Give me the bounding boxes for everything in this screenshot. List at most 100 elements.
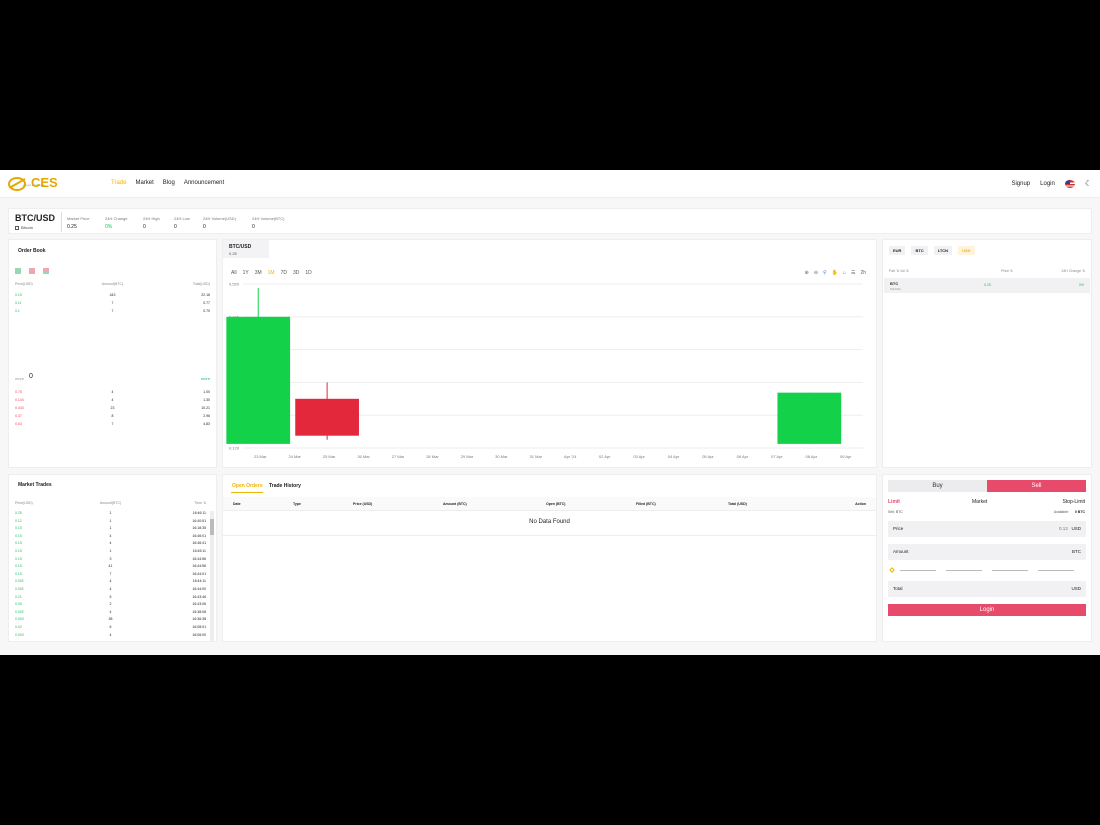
dark-mode-moon-icon[interactable]: ☾ xyxy=(1085,179,1092,188)
chart-range-tabs: All 1Y 3M 1M 7D 3D 1D xyxy=(231,270,312,276)
order-book-buy-row[interactable]: 0.11 7 0.77 xyxy=(15,301,210,306)
logo-subtitle: crypto exchange xyxy=(23,183,46,187)
range-all[interactable]: All xyxy=(231,270,237,276)
total: 0.77 xyxy=(203,301,210,305)
orders-empty-message: No Data Found xyxy=(529,519,570,525)
tab-btc[interactable]: BTC xyxy=(911,246,928,255)
stat-value: 0 xyxy=(143,224,146,230)
markets-header: Pair ⇅ Vol ⇅ Price ⇅ 24H Change ⇅ xyxy=(889,269,1085,274)
trade-row: 0.15 4 16:46:01 xyxy=(15,534,206,539)
market-trades-title: Market Trades xyxy=(18,482,52,488)
amount: 2 xyxy=(109,602,112,607)
total: 1.30 xyxy=(203,398,210,402)
amount: 4 xyxy=(109,587,112,591)
x-tick-label: Apr '24 xyxy=(564,454,577,459)
col-time[interactable]: Time ⇅ xyxy=(142,501,206,506)
candlestick-chart[interactable]: 0.5200.4460.3630.2820.2010.12923 Mar24 M… xyxy=(223,278,876,468)
slider-handle[interactable] xyxy=(889,567,895,573)
price: 0.15 xyxy=(15,556,22,561)
order-book-sell-row[interactable]: 0.104 4 1.30 xyxy=(15,398,210,403)
price: 0.443 xyxy=(15,406,24,410)
price-field[interactable]: Price 0.13 USD xyxy=(888,521,1086,537)
col-change[interactable]: 24H Change ⇅ xyxy=(1023,269,1085,274)
range-3m[interactable]: 3M xyxy=(255,270,262,276)
amount: 1 xyxy=(109,511,112,515)
view-both-icon[interactable] xyxy=(43,268,49,274)
x-tick-label: 29 Mar xyxy=(461,454,474,459)
amount-field[interactable]: Amount BTC xyxy=(888,544,1086,560)
order-book-buy-row[interactable]: 0.1 7 0.70 xyxy=(15,309,210,314)
home-reset-icon[interactable]: ⌂ xyxy=(843,270,846,276)
order-type-market[interactable]: Market xyxy=(972,499,987,505)
signup-link[interactable]: Signup xyxy=(1011,181,1030,187)
pan-hand-icon[interactable]: ✋ xyxy=(832,270,838,276)
candle-body xyxy=(777,392,842,444)
order-type-stop-limit[interactable]: Stop-Limit xyxy=(1062,499,1085,505)
tab-open-orders[interactable]: Open Orders xyxy=(232,483,263,489)
order-book-sell-row[interactable]: 0.443 23 10.21 xyxy=(15,406,210,411)
nav-trade[interactable]: Trade xyxy=(111,180,126,186)
order-book-sell-row[interactable]: 0.75 4 1.00 xyxy=(15,390,210,395)
chart-pair-tab[interactable]: BTC/USD 0.25 xyxy=(223,240,269,258)
tab-usd[interactable]: USD xyxy=(958,246,975,255)
sell-tab-button[interactable]: Sell xyxy=(987,480,1086,492)
tab-ltcn[interactable]: LTCN xyxy=(933,246,953,255)
order-book-sell-row[interactable]: 0.63 7 4.83 xyxy=(15,422,210,427)
order-book-buy-row[interactable]: 0.15 443 22.16 xyxy=(15,293,210,298)
range-1d[interactable]: 1D xyxy=(305,270,311,276)
tab-eur[interactable]: EUR xyxy=(889,246,906,255)
x-tick-label: 27 Mar xyxy=(392,454,405,459)
trade-row: 0.15 41 16:44:56 xyxy=(15,564,206,569)
menu-icon[interactable]: ☰ xyxy=(851,270,855,276)
col-price[interactable]: Price ⇅ xyxy=(951,269,1023,274)
range-1m[interactable]: 1M xyxy=(268,270,275,276)
nav-blog[interactable]: Blog xyxy=(163,180,175,186)
trades-scrollbar[interactable] xyxy=(210,511,214,641)
buy-tab-button[interactable]: Buy xyxy=(888,480,987,492)
col-pair[interactable]: Pair ⇅ Vol ⇅ xyxy=(889,269,951,274)
view-sell-icon[interactable] xyxy=(29,268,35,274)
us-flag-icon[interactable] xyxy=(1064,179,1075,188)
range-7d[interactable]: 7D xyxy=(281,270,287,276)
nav-market[interactable]: Market xyxy=(135,180,153,186)
login-button[interactable]: Login xyxy=(888,604,1086,616)
price: 0.05 xyxy=(15,602,22,607)
x-tick-label: 04 Apr xyxy=(668,454,680,459)
price-label: Price xyxy=(893,526,904,531)
pair-name: BTC/USD xyxy=(15,213,55,223)
trades-scroll-thumb[interactable] xyxy=(210,519,214,535)
interval-label[interactable]: 2h xyxy=(860,270,866,276)
x-tick-label: 06 Apr xyxy=(737,454,749,459)
zoom-in-icon[interactable]: ⊕ xyxy=(805,270,809,276)
trade-row: 0.002 4 16:44:11 xyxy=(15,579,206,584)
view-buy-icon[interactable] xyxy=(15,268,21,274)
x-tick-label: 24 Mar xyxy=(288,454,301,459)
amount-percent-slider[interactable] xyxy=(889,567,1084,573)
exchange-screen: CES crypto exchange Trade Market Blog An… xyxy=(0,170,1100,655)
order-book-sell-row[interactable]: 0.37 8 2.96 xyxy=(15,414,210,419)
range-1y[interactable]: 1Y xyxy=(243,270,249,276)
amount: 4 xyxy=(111,390,114,394)
amount: 1 xyxy=(109,549,112,553)
order-type-limit[interactable]: Limit xyxy=(888,499,900,505)
range-3d[interactable]: 3D xyxy=(293,270,299,276)
market-row-btc[interactable]: BTC Vol:0.01 0.25 0% xyxy=(884,278,1090,293)
nav-announcement[interactable]: Announcement xyxy=(184,180,224,186)
slider-track xyxy=(946,569,982,571)
total-field[interactable]: Total USD xyxy=(888,581,1086,597)
login-link[interactable]: Login xyxy=(1040,181,1055,187)
trade-row: 0.02 6 16:08:01 xyxy=(15,625,206,630)
price: 0.02 xyxy=(15,625,22,629)
mid-more-link[interactable]: more xyxy=(201,376,210,381)
zoom-out-icon[interactable]: ⊖ xyxy=(814,270,818,276)
price: 0.15 xyxy=(15,533,22,538)
tab-trade-history[interactable]: Trade History xyxy=(269,483,301,489)
order-book-header: Price(USD) Amount(BTC) Total(USD) xyxy=(15,282,210,287)
price: 0.63 xyxy=(15,422,22,426)
coin-icon xyxy=(15,225,19,230)
time: 16:46:11 xyxy=(192,511,207,515)
zoom-select-icon[interactable]: ⚲ xyxy=(823,270,827,276)
trade-row: 0.21 5 16:43:46 xyxy=(15,595,206,600)
price-value: 0.13 xyxy=(1058,526,1068,531)
total: 22.16 xyxy=(201,293,210,297)
